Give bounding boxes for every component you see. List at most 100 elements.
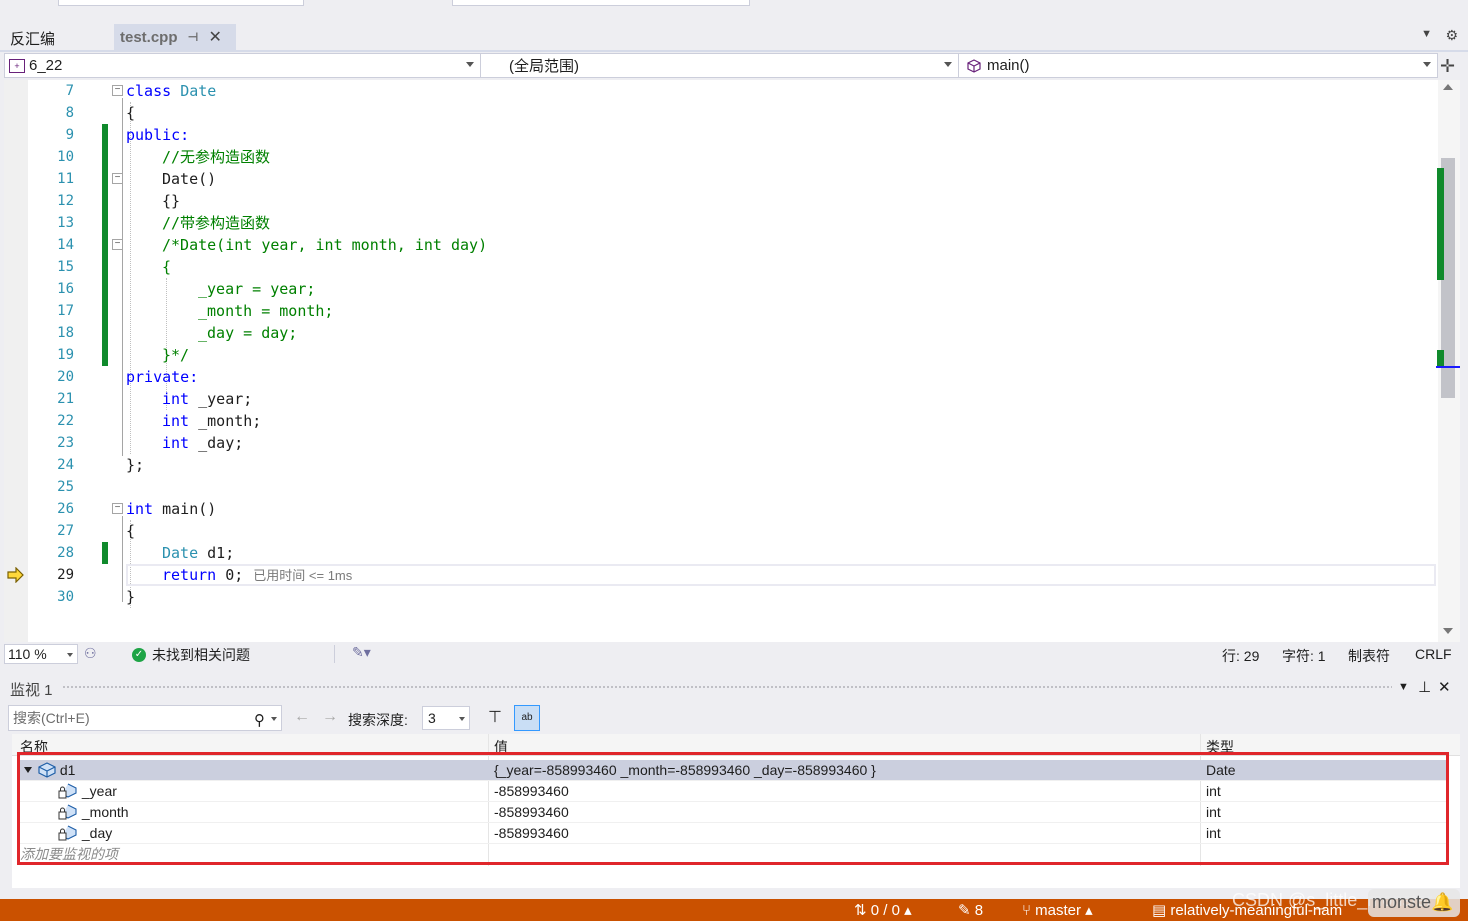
pin-icon[interactable]: ⊥ [1418,678,1431,696]
line-number: 26 [57,501,74,517]
tab-disassembly-label: 反汇编 [10,31,56,48]
current-code-line: 29 return 0; 已用时间 <= 1ms [4,564,1438,586]
code-line: 28 Date d1; [4,542,1438,564]
change-indicator [102,256,108,278]
change-indicator [102,146,108,168]
code-line: 10 //无参构造函数 [4,146,1438,168]
code-text: Date() [162,170,217,188]
line-number: 16 [57,281,74,297]
window-menu-dropdown-icon[interactable]: ▼ [1398,681,1409,693]
code-cleanup-brush-icon[interactable]: ✎▾ [352,644,371,661]
line-endings[interactable]: CRLF [1415,646,1452,662]
collapse-icon[interactable]: − [112,503,123,514]
code-line: 9 public: [4,124,1438,146]
zoom-dropdown[interactable]: 110 % [4,644,78,664]
collapse-icon[interactable]: − [112,85,123,96]
line-number: 28 [57,545,74,561]
highlight-annotation-box [17,752,1449,865]
sync-status[interactable]: ⇅ 0 / 0 ▴ [854,901,912,919]
view-as-text-icon[interactable]: ab [514,705,540,731]
code-editor[interactable]: 7 − class Date 8 { 9 public: 10 //无参构造函数… [4,80,1438,642]
execution-arrow-icon[interactable] [7,567,25,583]
pending-edits[interactable]: ✎ 8 [958,901,983,919]
project-dropdown[interactable]: + 6_22 [5,54,481,77]
editor-status-bar: 110 % ⚇ ✓ 未找到相关问题 ✎▾ 行: 29 字符: 1 制表符 CRL… [4,643,1460,665]
close-icon[interactable]: ✕ [208,27,221,47]
search-forward-arrow-icon[interactable]: → [322,708,338,726]
code-text: Date d1; [162,544,235,562]
code-line: 14 − /*Date(int year, int month, int day… [4,234,1438,256]
pin-icon[interactable]: ⊣ [188,30,199,44]
project-icon: + [9,58,25,73]
collapse-icon[interactable]: − [112,239,123,250]
watch-window-title: 监视 1 [10,682,53,699]
search-depth-dropdown[interactable]: 3 [422,706,470,730]
chevron-down-icon [466,62,474,67]
check-circle-icon: ✓ [132,648,146,662]
line-number: 27 [57,523,74,539]
scope-dropdown[interactable]: (全局范围) [485,54,959,77]
change-indicator [102,234,108,256]
line-number: 15 [57,259,74,275]
line-number: 24 [57,457,74,473]
code-line: 21 int _year; [4,388,1438,410]
change-indicator [102,300,108,322]
caret-char[interactable]: 字符: 1 [1282,646,1326,666]
code-text: int _month; [162,412,262,430]
line-number: 17 [57,303,74,319]
top-combo-remnant[interactable] [452,0,750,6]
code-line: 11 − Date() [4,168,1438,190]
title-grip[interactable] [62,685,1392,690]
line-number: 21 [57,391,74,407]
scroll-up-icon[interactable] [1443,84,1453,90]
search-back-arrow-icon[interactable]: ← [294,708,310,726]
chevron-down-icon[interactable] [271,717,277,721]
line-number: 30 [57,589,74,605]
code-line: 26 − int main() [4,498,1438,520]
code-text: public: [126,126,190,144]
code-line: 22 int _month; [4,410,1438,432]
search-depth-value: 3 [428,710,436,726]
code-comment: /*Date(int year, int month, int day) [162,236,488,254]
scroll-down-icon[interactable] [1443,628,1453,634]
code-text: } [126,588,136,606]
copilot-icon[interactable]: ⚇ [84,645,97,662]
member-dropdown[interactable]: main() [963,54,1437,77]
code-line: 12 {} [4,190,1438,212]
code-line: 25 [4,476,1438,498]
issues-indicator[interactable]: ✓ 未找到相关问题 [132,645,250,665]
code-comment: { [162,258,172,276]
line-number: 18 [57,325,74,341]
search-icon[interactable]: ⚲ [254,709,265,733]
code-text: return 0; 已用时间 <= 1ms [162,566,353,584]
code-line: 30 } [4,586,1438,608]
code-line: 20 private: [4,366,1438,388]
code-comment: //无参构造函数 [162,148,271,166]
tab-test-cpp[interactable]: test.cpp ⊣ ✕ [114,24,236,50]
collapse-icon[interactable]: − [112,173,123,184]
change-indicator [102,190,108,212]
code-text: int _day; [162,434,244,452]
watch-search-input[interactable]: 搜索(Ctrl+E) ⚲ [8,705,282,731]
branch-selector[interactable]: ⑂ master ▴ [1022,901,1093,919]
perf-tip-hint: 已用时间 <= 1ms [253,568,353,583]
indent-mode[interactable]: 制表符 [1348,646,1390,666]
zoom-value: 110 % [8,646,47,662]
tab-disassembly[interactable]: 反汇编 [4,24,114,50]
tab-overflow-dropdown-icon[interactable]: ▼ [1421,28,1432,40]
notification-bell-icon[interactable]: monste🔔 [1372,892,1453,913]
split-window-icon[interactable]: ✛ [1440,56,1455,77]
line-number: 22 [57,413,74,429]
top-combo-remnant[interactable] [58,0,304,6]
close-icon[interactable]: ✕ [1438,678,1451,696]
search-depth-label: 搜索深度: [348,712,408,728]
gear-icon[interactable]: ⚙ [1445,27,1458,44]
code-text: class Date [126,82,217,100]
pin-to-source-icon[interactable]: ⊤ [488,707,502,727]
tab-test-cpp-label: test.cpp [120,28,178,46]
caret-line[interactable]: 行: 29 [1222,646,1259,666]
code-line: 8 { [4,102,1438,124]
chevron-down-icon [67,653,73,657]
code-line: 15 { [4,256,1438,278]
line-number: 19 [57,347,74,363]
